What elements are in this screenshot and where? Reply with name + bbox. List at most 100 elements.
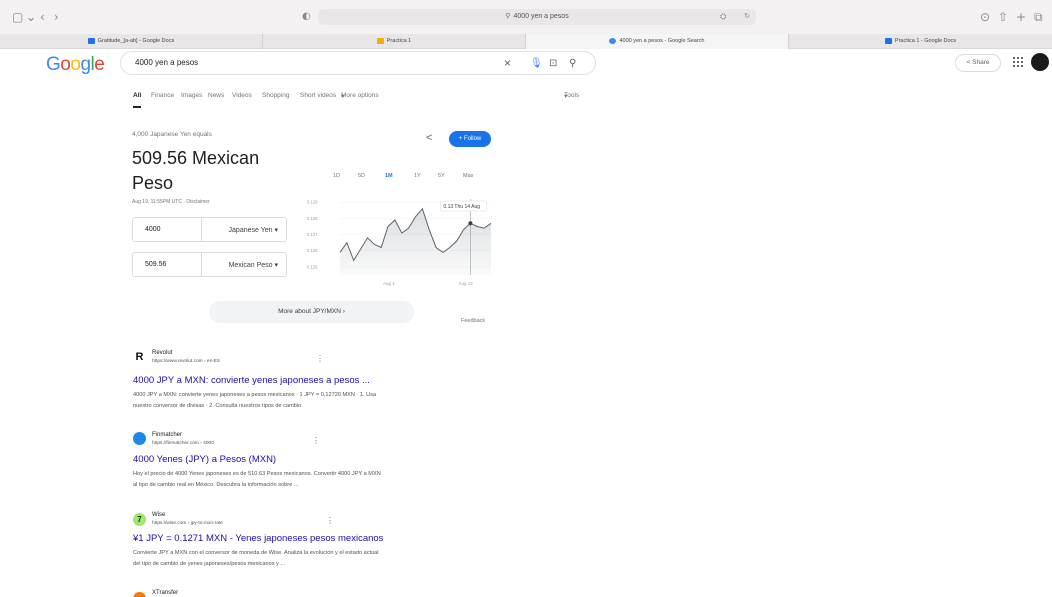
search-box: × 🎙 ⊡ ⚲: [120, 51, 596, 75]
privacy-shield-icon[interactable]: ◐: [302, 9, 311, 25]
site-url[interactable]: https://finmatcher.com › 4000: [152, 441, 214, 446]
result-line: Peso: [132, 173, 174, 193]
tab-overview-icon[interactable]: ⧉: [1034, 9, 1043, 25]
xtransfer-icon: [133, 592, 146, 597]
equals-label: 4,000 Japanese Yen equals: [132, 131, 212, 138]
tab-short-videos[interactable]: Short videos: [300, 92, 336, 99]
docs-icon: [884, 37, 892, 44]
share-icon[interactable]: ⇧: [998, 9, 1008, 25]
from-currency-field: Japanese Yen ▾: [132, 217, 287, 242]
site-name[interactable]: Revolut: [152, 350, 172, 356]
clear-icon[interactable]: ×: [504, 57, 511, 70]
to-unit-label: Mexican Peso: [228, 262, 273, 269]
more-about-label: More about JPY/MXN: [278, 308, 341, 315]
result-title-link[interactable]: 4000 JPY a MXN: convierte yenes japonese…: [133, 375, 370, 386]
apps-grid-icon[interactable]: [1013, 57, 1023, 67]
sidebar-toggle-icon[interactable]: ▢: [12, 9, 23, 25]
to-currency-select[interactable]: Mexican Peso ▾: [229, 261, 278, 269]
site-name[interactable]: Finmatcher: [152, 432, 182, 438]
y-tick-label: 0.125: [307, 264, 318, 269]
tab-practica[interactable]: Practica 1: [263, 34, 526, 49]
tab-label: Practica 1: [386, 38, 412, 44]
back-icon[interactable]: ‹: [40, 9, 45, 25]
google-logo[interactable]: Google: [46, 54, 105, 76]
exchange-rate-chart[interactable]: 0.129 0.128 0.127 0.126 0.125 Aug 1 Aug 12 0.1…: [305, 193, 495, 289]
chart-point: [468, 221, 473, 226]
result-snippet: 4000 JPY a MXN: convierte yenes japonese…: [133, 390, 503, 412]
browser-toolbar: ▢ ⌄ ‹ › ◐ ⚲ 4000 yen a pesos ↻ ⛭ ⊙ ⇧ + ⧉: [0, 0, 1052, 34]
search-icon[interactable]: ⚲: [569, 57, 576, 70]
from-unit-label: Japanese Yen: [228, 227, 273, 234]
y-tick-label: 0.126: [307, 248, 318, 253]
google-icon: [609, 37, 617, 44]
tab-videos[interactable]: Videos: [232, 92, 252, 99]
active-tab-indicator: [133, 106, 141, 108]
avatar[interactable]: [1031, 53, 1049, 71]
tab-docs[interactable]: Gratitude_[a-ab] - Google Docs: [0, 34, 263, 49]
lens-icon[interactable]: ⊡: [549, 57, 557, 70]
range-1m[interactable]: 1M: [385, 173, 393, 179]
tab-all[interactable]: All: [133, 92, 141, 99]
forward-icon[interactable]: ›: [54, 9, 59, 25]
address-bar[interactable]: ⚲ 4000 yen a pesos ↻: [318, 9, 756, 25]
share-button[interactable]: < Share: [955, 54, 1001, 72]
result-line: 509.56 Mexican: [132, 148, 260, 168]
range-max[interactable]: Max: [463, 173, 473, 179]
tab-practica-docs[interactable]: Practica 1 - Google Docs: [789, 34, 1052, 49]
tab-label: 4000 yen a pesos - Google Search: [619, 38, 705, 44]
to-currency-field: Mexican Peso ▾: [132, 252, 287, 277]
range-5y[interactable]: 5Y: [438, 173, 445, 179]
timestamp: Aug 19, 11:55PM UTC · Disclaimer: [132, 199, 210, 205]
more-about-button[interactable]: More about JPY/MXN ›: [209, 301, 414, 323]
feedback-link[interactable]: Feedback: [461, 318, 485, 324]
snippet-line: Convierte JPY a MXN con el conversor de …: [133, 550, 379, 556]
logo-letter: o: [60, 54, 71, 75]
follow-button[interactable]: + Follow: [449, 131, 491, 147]
more-vert-icon[interactable]: ⋮: [326, 516, 334, 525]
range-5d[interactable]: 5D: [358, 173, 365, 179]
chevron-down-icon: ▾: [564, 93, 568, 100]
site-url[interactable]: https://wise.com › jpy-to-mxn-rate: [152, 521, 223, 526]
tab-google-search[interactable]: 4000 yen a pesos - Google Search: [526, 34, 789, 49]
download-icon[interactable]: ⊙: [980, 9, 990, 25]
chevron-right-icon: ›: [342, 308, 345, 315]
tab-images[interactable]: Images: [181, 92, 202, 99]
conversion-result: 509.56 Mexican Peso: [132, 146, 292, 196]
range-1d[interactable]: 1D: [333, 173, 340, 179]
site-name[interactable]: XTransfer: [152, 590, 178, 596]
docs-icon: [87, 37, 95, 44]
to-amount-input[interactable]: [145, 261, 195, 268]
site-url[interactable]: https://www.revolut.com › es-ES: [152, 359, 220, 364]
chevron-down-icon[interactable]: ⌄: [26, 9, 36, 25]
new-tab-icon[interactable]: +: [1016, 9, 1026, 25]
share-icon[interactable]: <: [426, 133, 432, 144]
chevron-down-icon: ▾: [341, 93, 345, 100]
microphone-icon[interactable]: 🎙: [530, 57, 543, 70]
snippet-line: al tipo de cambio real en México. Descub…: [133, 482, 299, 488]
site-name[interactable]: Wise: [152, 512, 165, 518]
logo-letter: e: [94, 54, 105, 75]
tab-strip: Gratitude_[a-ab] - Google Docs Practica …: [0, 34, 1052, 49]
extension-icon[interactable]: ⛭: [720, 9, 726, 25]
more-options-label: More options: [341, 92, 379, 99]
tooltip-text: 0.13 Thu 14 Aug: [443, 204, 480, 210]
tab-label: Gratitude_[a-ab] - Google Docs: [97, 38, 175, 44]
search-input[interactable]: [135, 58, 495, 67]
range-1y[interactable]: 1Y: [414, 173, 421, 179]
tab-news[interactable]: News: [208, 92, 224, 99]
from-currency-select[interactable]: Japanese Yen ▾: [229, 226, 278, 234]
divider: [201, 253, 202, 276]
logo-letter: g: [80, 54, 91, 75]
more-vert-icon[interactable]: ⋮: [312, 436, 320, 445]
more-vert-icon[interactable]: ⋮: [316, 354, 324, 363]
y-tick-label: 0.128: [307, 216, 318, 221]
tab-shopping[interactable]: Shopping: [262, 92, 289, 99]
logo-letter: o: [70, 54, 81, 75]
from-amount-input[interactable]: [145, 226, 195, 233]
revolut-icon: R: [133, 351, 146, 364]
tab-finance[interactable]: Finance: [151, 92, 174, 99]
chevron-down-icon: ▾: [274, 227, 278, 234]
result-title-link[interactable]: ¥1 JPY = 0.1271 MXN - Yenes japoneses pe…: [133, 533, 383, 544]
result-title-link[interactable]: 4000 Yenes (JPY) a Pesos (MXN): [133, 454, 276, 465]
reload-icon[interactable]: ↻: [744, 9, 750, 25]
